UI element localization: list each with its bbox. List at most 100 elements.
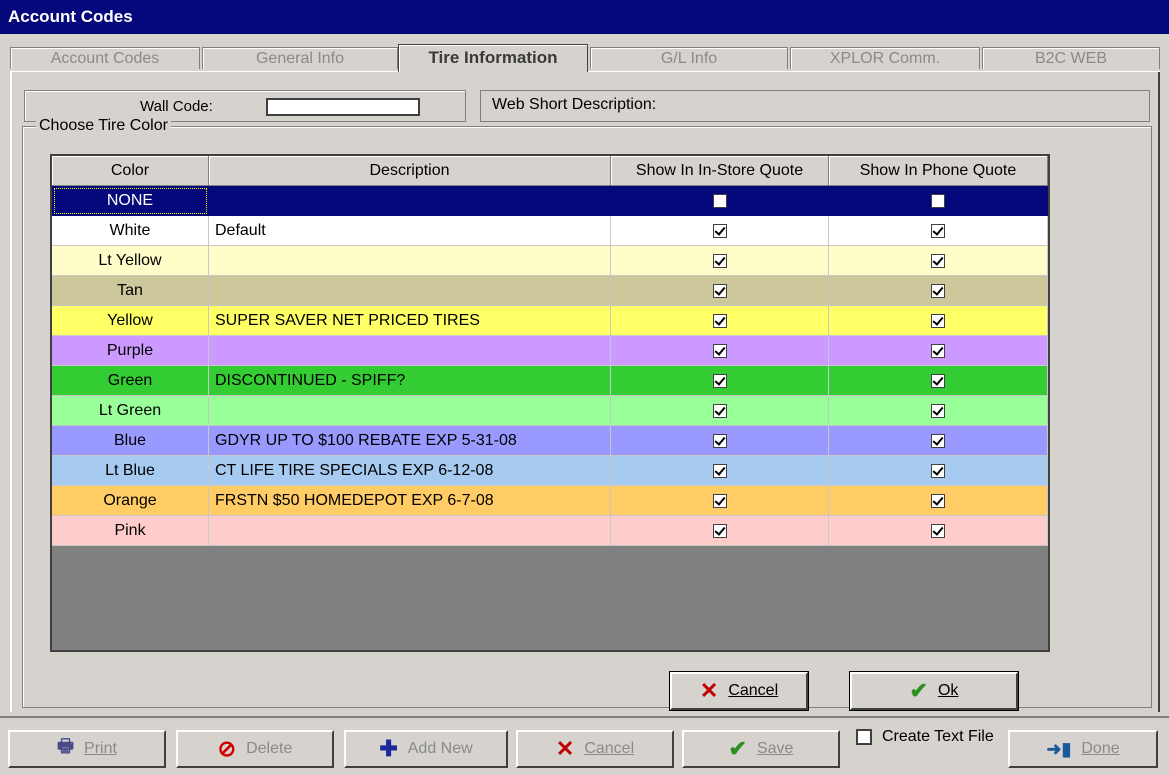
table-row[interactable]: White Default xyxy=(52,216,1048,246)
phone-quote-checkbox[interactable] xyxy=(931,373,945,388)
phone-quote-cell[interactable] xyxy=(829,306,1048,336)
color-cell[interactable]: Lt Green xyxy=(52,396,209,426)
table-row[interactable]: Lt Blue CT LIFE TIRE SPECIALS EXP 6-12-08 xyxy=(52,456,1048,486)
phone-quote-cell[interactable] xyxy=(829,516,1048,546)
phone-quote-checkbox[interactable] xyxy=(931,313,945,328)
description-cell[interactable] xyxy=(209,396,611,426)
instore-quote-cell[interactable] xyxy=(611,276,829,306)
description-cell[interactable]: DISCONTINUED - SPIFF? xyxy=(209,366,611,396)
phone-quote-checkbox[interactable] xyxy=(931,223,945,238)
color-cell[interactable]: Blue xyxy=(52,426,209,456)
instore-quote-checkbox[interactable] xyxy=(712,253,727,268)
phone-quote-cell[interactable] xyxy=(829,246,1048,276)
dialog-cancel-button[interactable]: ✕ Cancel xyxy=(669,671,809,711)
done-button[interactable]: ➜▮ Done xyxy=(1008,730,1158,768)
instore-quote-cell[interactable] xyxy=(611,186,829,216)
color-cell[interactable]: Green xyxy=(52,366,209,396)
color-cell[interactable]: Pink xyxy=(52,516,209,546)
phone-quote-checkbox[interactable] xyxy=(931,523,945,538)
create-text-file-option[interactable]: Create Text File xyxy=(856,728,1002,745)
tab-general-info[interactable]: General Info xyxy=(202,47,398,69)
table-row[interactable]: Orange FRSTN $50 HOMEDEPOT EXP 6-7-08 xyxy=(52,486,1048,516)
table-row[interactable]: Purple xyxy=(52,336,1048,366)
phone-quote-cell[interactable] xyxy=(829,396,1048,426)
instore-quote-checkbox[interactable] xyxy=(712,523,727,538)
instore-quote-cell[interactable] xyxy=(611,516,829,546)
phone-quote-checkbox[interactable] xyxy=(931,343,945,358)
wall-code-input[interactable] xyxy=(266,98,420,116)
instore-quote-checkbox[interactable] xyxy=(712,313,727,328)
description-cell[interactable]: CT LIFE TIRE SPECIALS EXP 6-12-08 xyxy=(209,456,611,486)
tire-color-grid[interactable]: Color Description Show In In-Store Quote… xyxy=(50,154,1050,652)
instore-quote-cell[interactable] xyxy=(611,336,829,366)
instore-quote-cell[interactable] xyxy=(611,246,829,276)
phone-quote-cell[interactable] xyxy=(829,276,1048,306)
phone-quote-cell[interactable] xyxy=(829,216,1048,246)
tab-gl-info[interactable]: G/L Info xyxy=(590,47,788,69)
color-cell[interactable]: Lt Blue xyxy=(52,456,209,486)
description-cell[interactable] xyxy=(209,246,611,276)
table-row[interactable]: Pink xyxy=(52,516,1048,546)
table-row[interactable]: NONE xyxy=(52,186,1048,216)
instore-quote-cell[interactable] xyxy=(611,486,829,516)
description-cell[interactable]: FRSTN $50 HOMEDEPOT EXP 6-7-08 xyxy=(209,486,611,516)
description-cell[interactable] xyxy=(209,186,611,216)
save-button[interactable]: ✔ Save xyxy=(682,730,840,768)
column-header-color[interactable]: Color xyxy=(52,156,209,186)
instore-quote-checkbox[interactable] xyxy=(712,193,727,208)
description-cell[interactable] xyxy=(209,336,611,366)
tab-xplor-comm[interactable]: XPLOR Comm. xyxy=(790,47,980,69)
description-cell[interactable]: GDYR UP TO $100 REBATE EXP 5-31-08 xyxy=(209,426,611,456)
column-header-instore-quote[interactable]: Show In In-Store Quote xyxy=(611,156,829,186)
instore-quote-cell[interactable] xyxy=(611,216,829,246)
phone-quote-checkbox[interactable] xyxy=(931,193,945,208)
instore-quote-checkbox[interactable] xyxy=(712,433,727,448)
table-row[interactable]: Lt Green xyxy=(52,396,1048,426)
tab-tire-information[interactable]: Tire Information xyxy=(398,44,588,72)
tab-b2c-web[interactable]: B2C WEB xyxy=(982,47,1160,69)
create-text-file-checkbox[interactable] xyxy=(856,728,872,745)
phone-quote-cell[interactable] xyxy=(829,186,1048,216)
instore-quote-checkbox[interactable] xyxy=(712,403,727,418)
phone-quote-checkbox[interactable] xyxy=(931,463,945,478)
instore-quote-checkbox[interactable] xyxy=(712,373,727,388)
color-cell[interactable]: Tan xyxy=(52,276,209,306)
description-cell[interactable] xyxy=(209,276,611,306)
description-cell[interactable]: Default xyxy=(209,216,611,246)
phone-quote-cell[interactable] xyxy=(829,336,1048,366)
phone-quote-checkbox[interactable] xyxy=(931,493,945,508)
color-cell[interactable]: Yellow xyxy=(52,306,209,336)
color-cell[interactable]: White xyxy=(52,216,209,246)
cancel-button[interactable]: ✕ Cancel xyxy=(516,730,674,768)
instore-quote-checkbox[interactable] xyxy=(712,463,727,478)
phone-quote-cell[interactable] xyxy=(829,456,1048,486)
tab-account-codes[interactable]: Account Codes xyxy=(10,47,200,69)
instore-quote-cell[interactable] xyxy=(611,426,829,456)
phone-quote-checkbox[interactable] xyxy=(931,403,945,418)
instore-quote-checkbox[interactable] xyxy=(712,223,727,238)
instore-quote-checkbox[interactable] xyxy=(712,283,727,298)
instore-quote-checkbox[interactable] xyxy=(712,343,727,358)
dialog-ok-button[interactable]: ✔ Ok xyxy=(849,671,1019,711)
color-cell[interactable]: Purple xyxy=(52,336,209,366)
column-header-description[interactable]: Description xyxy=(209,156,611,186)
table-row[interactable]: Blue GDYR UP TO $100 REBATE EXP 5-31-08 xyxy=(52,426,1048,456)
phone-quote-checkbox[interactable] xyxy=(931,283,945,298)
table-row[interactable]: Lt Yellow xyxy=(52,246,1048,276)
instore-quote-cell[interactable] xyxy=(611,396,829,426)
add-new-button[interactable]: ✚ Add New xyxy=(344,730,508,768)
phone-quote-cell[interactable] xyxy=(829,486,1048,516)
table-row[interactable]: Yellow SUPER SAVER NET PRICED TIRES xyxy=(52,306,1048,336)
color-cell[interactable]: NONE xyxy=(52,186,209,216)
column-header-phone-quote[interactable]: Show In Phone Quote xyxy=(829,156,1048,186)
phone-quote-cell[interactable] xyxy=(829,366,1048,396)
table-row[interactable]: Green DISCONTINUED - SPIFF? xyxy=(52,366,1048,396)
instore-quote-cell[interactable] xyxy=(611,306,829,336)
phone-quote-cell[interactable] xyxy=(829,426,1048,456)
description-cell[interactable]: SUPER SAVER NET PRICED TIRES xyxy=(209,306,611,336)
color-cell[interactable]: Orange xyxy=(52,486,209,516)
instore-quote-checkbox[interactable] xyxy=(712,493,727,508)
table-row[interactable]: Tan xyxy=(52,276,1048,306)
delete-button[interactable]: ⊘ Delete xyxy=(176,730,334,768)
phone-quote-checkbox[interactable] xyxy=(931,253,945,268)
